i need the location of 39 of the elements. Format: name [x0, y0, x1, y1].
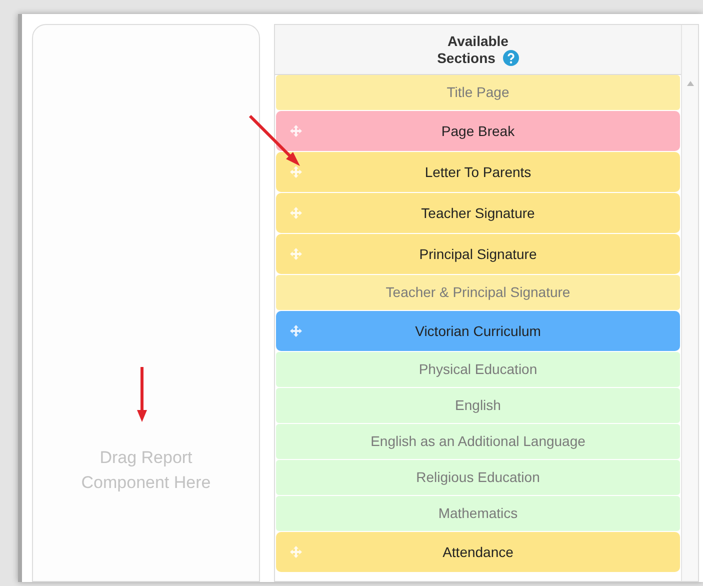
move-icon[interactable] — [290, 248, 302, 260]
annotation-arrow — [248, 114, 302, 168]
section-item[interactable]: Physical Education — [276, 352, 680, 387]
section-label: Mathematics — [438, 504, 518, 523]
section-item[interactable]: Mathematics — [276, 496, 680, 531]
section-label: Page Break — [441, 122, 515, 141]
move-icon[interactable] — [290, 166, 302, 178]
section-label: Title Page — [446, 83, 510, 102]
section-label: English — [455, 396, 501, 415]
section-label: Religious Education — [416, 468, 540, 487]
section-item[interactable]: Teacher Signature — [276, 193, 680, 233]
scrollbar[interactable] — [681, 25, 698, 581]
section-label: Attendance — [442, 542, 514, 562]
help-icon[interactable] — [502, 50, 519, 66]
section-label: English as an Additional Language — [370, 432, 586, 451]
panel-title: Available Sections — [437, 32, 508, 66]
section-label: Physical Education — [418, 360, 538, 379]
move-icon[interactable] — [290, 207, 302, 219]
annotation-arrow — [137, 367, 147, 423]
section-label: Teacher & Principal Signature — [386, 283, 570, 302]
move-icon[interactable] — [290, 546, 302, 558]
section-item[interactable]: Page Break — [276, 111, 680, 151]
section-item[interactable]: Title Page — [276, 75, 680, 110]
section-label: Victorian Curriculum — [415, 322, 541, 340]
section-label: Letter To Parents — [424, 162, 532, 182]
drop-zone-placeholder: Drag Report Component Here — [80, 447, 212, 494]
section-item[interactable]: English — [276, 388, 680, 423]
move-icon[interactable] — [290, 125, 302, 137]
section-label: Teacher Signature — [421, 204, 535, 223]
section-item[interactable]: Letter To Parents — [276, 152, 680, 192]
section-label: Principal Signature — [419, 244, 537, 264]
scroll-up-icon[interactable] — [686, 81, 694, 86]
section-item[interactable]: Victorian Curriculum — [276, 311, 680, 351]
section-item[interactable]: Principal Signature — [276, 234, 680, 274]
section-item[interactable]: Religious Education — [276, 460, 680, 495]
section-item[interactable]: English as an Additional Language — [276, 424, 680, 459]
move-icon[interactable] — [290, 325, 302, 337]
section-item[interactable]: Teacher & Principal Signature — [276, 275, 680, 310]
section-item[interactable]: Attendance — [276, 532, 680, 572]
